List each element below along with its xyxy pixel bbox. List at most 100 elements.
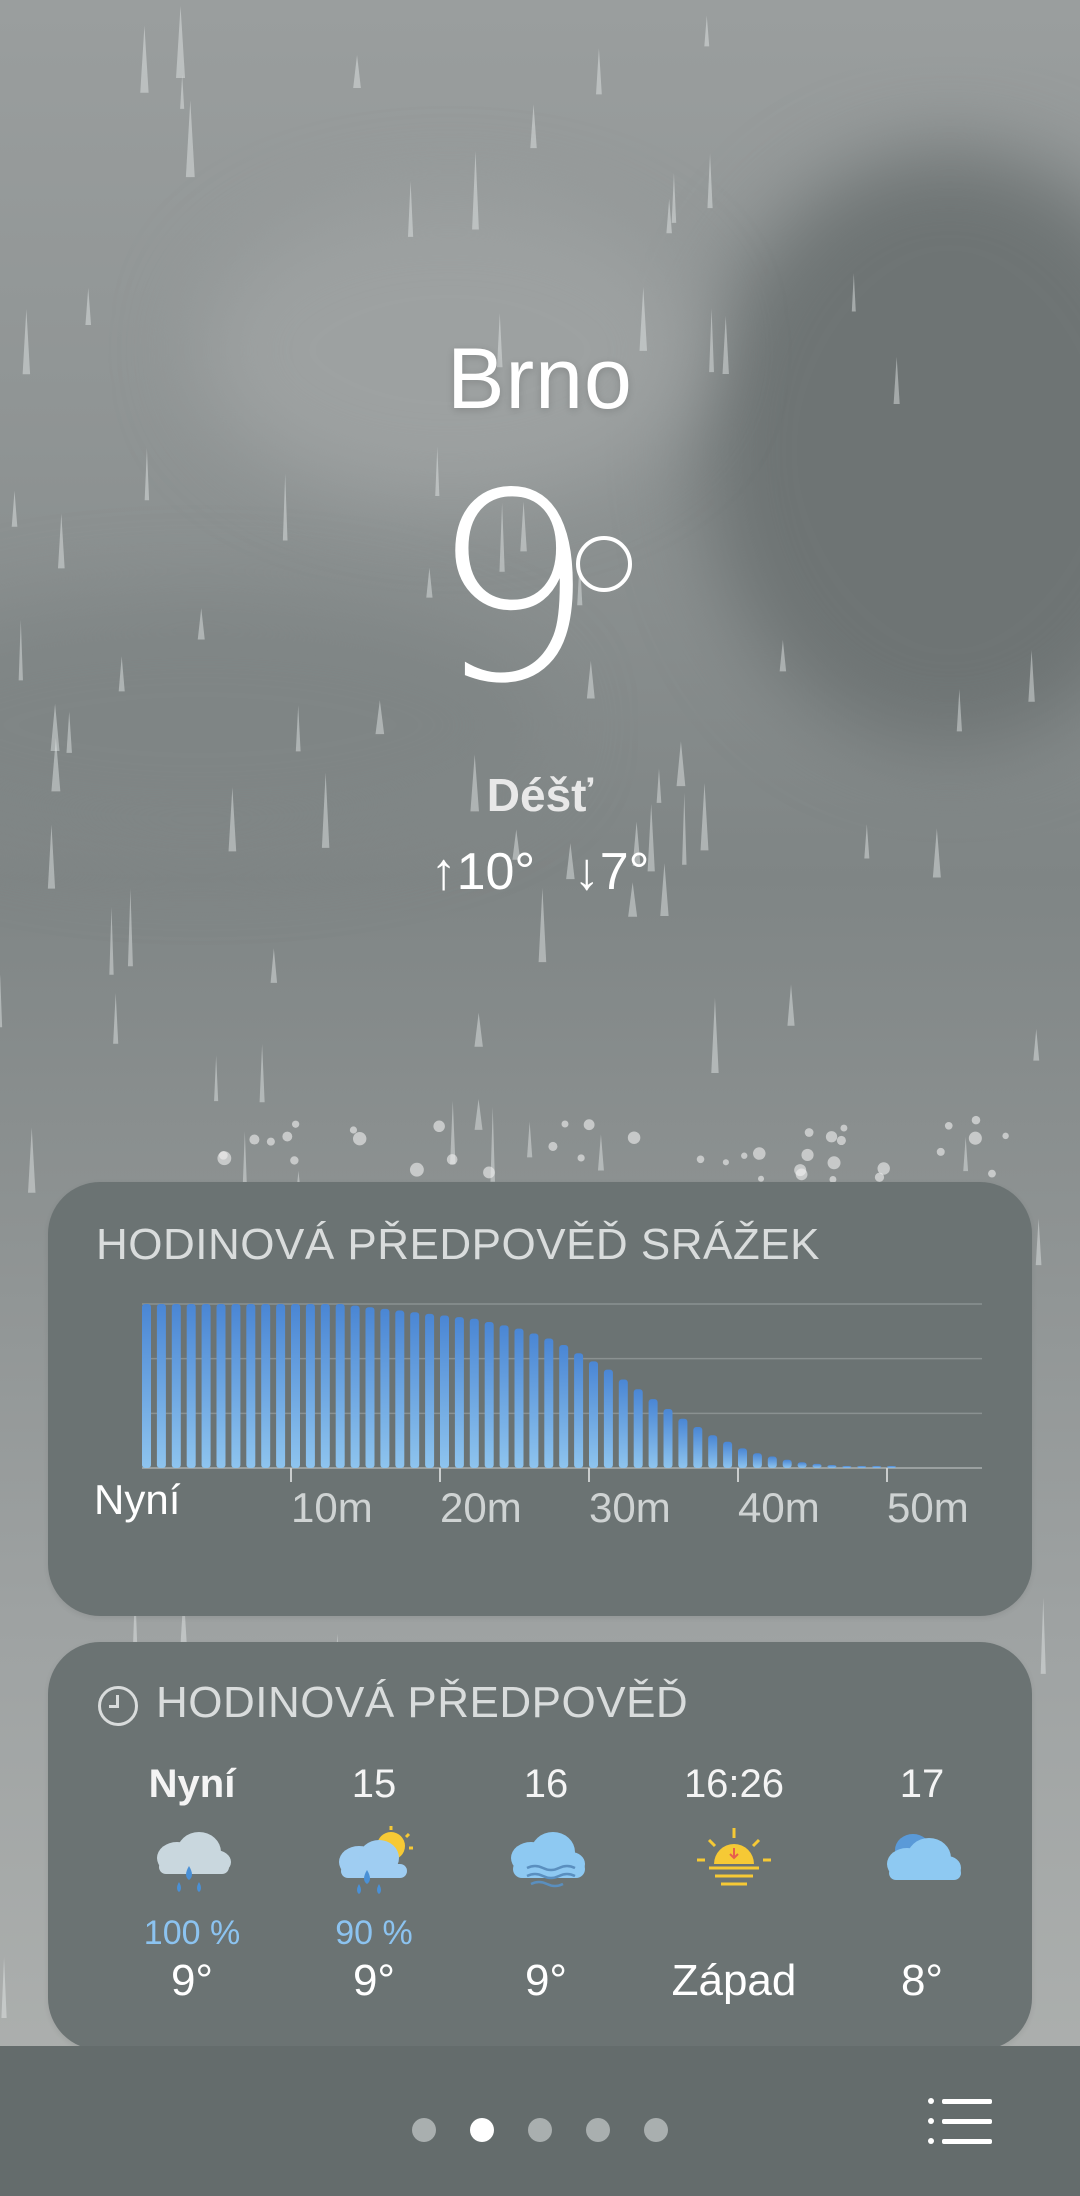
temperature-value: 9: [430, 439, 596, 741]
x-tick-label: 10m: [291, 1484, 373, 1531]
hour-time: 16: [523, 1762, 569, 1806]
precip-bar: [305, 1304, 315, 1468]
rain-splash: [282, 1131, 293, 1142]
rain-splash: [753, 1147, 766, 1160]
precip-bar: [142, 1304, 151, 1468]
precip-bar: [752, 1453, 762, 1468]
hour-temp: 9°: [524, 1956, 568, 2005]
precip-bar: [857, 1466, 867, 1468]
precip-bar: [231, 1304, 241, 1468]
precip-bar: [454, 1317, 464, 1468]
precipitation-chart: Nyní 10m 20m 30m 40m 50m: [94, 1303, 982, 1531]
precip-bar: [320, 1304, 330, 1468]
precip-bar: [887, 1466, 896, 1468]
rain-splash: [409, 1162, 424, 1177]
precip-bar: [395, 1310, 405, 1468]
rain-splash: [349, 1126, 358, 1134]
hourly-item[interactable]: 18 8°: [1004, 1762, 1032, 2006]
hour-time: Nyní: [148, 1762, 236, 1806]
precip-bar: [514, 1328, 524, 1468]
precipitation-forecast-card[interactable]: HODINOVÁ PŘEDPOVĚĎ SRÁŽEK Nyní 10m 20m 30m 4…: [48, 1182, 1032, 1616]
high-temp: ↑10°: [430, 843, 536, 901]
clock-icon: [98, 1686, 138, 1726]
precip-bar: [767, 1456, 777, 1468]
raindrop: [1, 1956, 7, 2018]
hourly-item[interactable]: 16:26 Západ: [644, 1762, 824, 2006]
raindrop: [1040, 1597, 1046, 1674]
raindrop: [450, 1100, 456, 1165]
x-tick-label: 40m: [738, 1484, 820, 1531]
rain-cloud-icon: [102, 1826, 282, 1914]
city-name[interactable]: Brno: [0, 330, 1080, 429]
precip-bar: [559, 1345, 569, 1468]
hourly-forecast-card[interactable]: HODINOVÁ PŘEDPOVĚĎ Nyní 100 % 9° 15 90 %…: [48, 1642, 1032, 2050]
precip-bar: [216, 1304, 226, 1468]
rain-splash: [836, 1135, 846, 1146]
hourly-item[interactable]: Nyní 100 % 9°: [102, 1762, 282, 2006]
fog-cloud-icon: [456, 1826, 636, 1914]
hour-time: 18: [1004, 1762, 1032, 1812]
hour-time: 16:26: [683, 1762, 785, 1806]
precip-bar: [842, 1466, 852, 1468]
hourly-list[interactable]: Nyní 100 % 9° 15 90 % 9° 16 9° 16:26 Záp…: [48, 1762, 1032, 2042]
hourly-item[interactable]: 16 9°: [456, 1762, 636, 2006]
cloud-icon: [832, 1826, 1012, 1914]
raindrop: [596, 48, 602, 95]
precip-bar: [633, 1389, 643, 1468]
raindrop: [113, 992, 119, 1044]
precipitation-card-title: HODINOVÁ PŘEDPOVĚĎ SRÁŽEK: [96, 1220, 820, 1269]
raindrop: [214, 1055, 219, 1102]
page-indicator[interactable]: [0, 2118, 1080, 2142]
rain-splash: [561, 1120, 569, 1128]
rain-splash: [696, 1155, 705, 1164]
locations-list-button[interactable]: [928, 2096, 992, 2146]
precip-bar: [350, 1305, 360, 1468]
precip-bar: [678, 1418, 688, 1468]
low-temp: ↓7°: [573, 843, 650, 901]
page-dot[interactable]: [586, 2118, 610, 2142]
hour-temp: 8°: [900, 1956, 944, 2005]
precip-probability: [456, 1914, 636, 1956]
page-dot[interactable]: [412, 2118, 436, 2142]
sunset-icon: [644, 1826, 824, 1914]
hour-temp: 8°: [1004, 1956, 1032, 2006]
page-dot[interactable]: [644, 2118, 668, 2142]
high-low-temps: ↑10° ↓7°: [0, 842, 1080, 902]
rain-splash: [936, 1147, 945, 1156]
rain-splash: [722, 1159, 729, 1166]
precip-bar: [827, 1465, 837, 1468]
weather-condition: Déšť: [486, 769, 594, 821]
rain-splash: [988, 1169, 996, 1178]
precip-bar: [410, 1312, 420, 1468]
raindrop: [666, 198, 672, 234]
raindrop: [144, 447, 150, 501]
precip-bar: [425, 1313, 435, 1468]
precip-bar: [708, 1435, 718, 1468]
precip-bar: [440, 1315, 449, 1468]
hour-time: 15: [351, 1762, 397, 1806]
rain-splash: [433, 1120, 445, 1133]
raindrop: [1033, 1028, 1040, 1061]
precip-bar: [246, 1304, 256, 1468]
page-dot[interactable]: [470, 2118, 494, 2142]
precip-bar: [261, 1304, 271, 1468]
precip-bar: [499, 1325, 509, 1468]
precip-bar: [738, 1448, 747, 1468]
page-dot[interactable]: [528, 2118, 552, 2142]
hourly-item[interactable]: 17 8°: [832, 1762, 1012, 2006]
precip-bar: [171, 1304, 181, 1468]
precip-bar: [797, 1462, 807, 1468]
rain-splash: [804, 1128, 814, 1137]
hourly-item[interactable]: 15 90 % 9°: [284, 1762, 464, 2006]
raindrop: [85, 287, 92, 326]
rain-splash: [877, 1162, 890, 1175]
bottom-navigation-bar: [0, 2046, 1080, 2196]
rain-splash: [758, 1175, 765, 1182]
rain-splash: [840, 1124, 848, 1132]
rain-splash: [794, 1164, 807, 1177]
raindrop: [711, 997, 719, 1073]
x-tick-label: Nyní: [94, 1476, 181, 1523]
hour-temp: 9°: [352, 1956, 396, 2005]
raindrop: [474, 1098, 483, 1130]
precip-bar: [156, 1304, 166, 1468]
